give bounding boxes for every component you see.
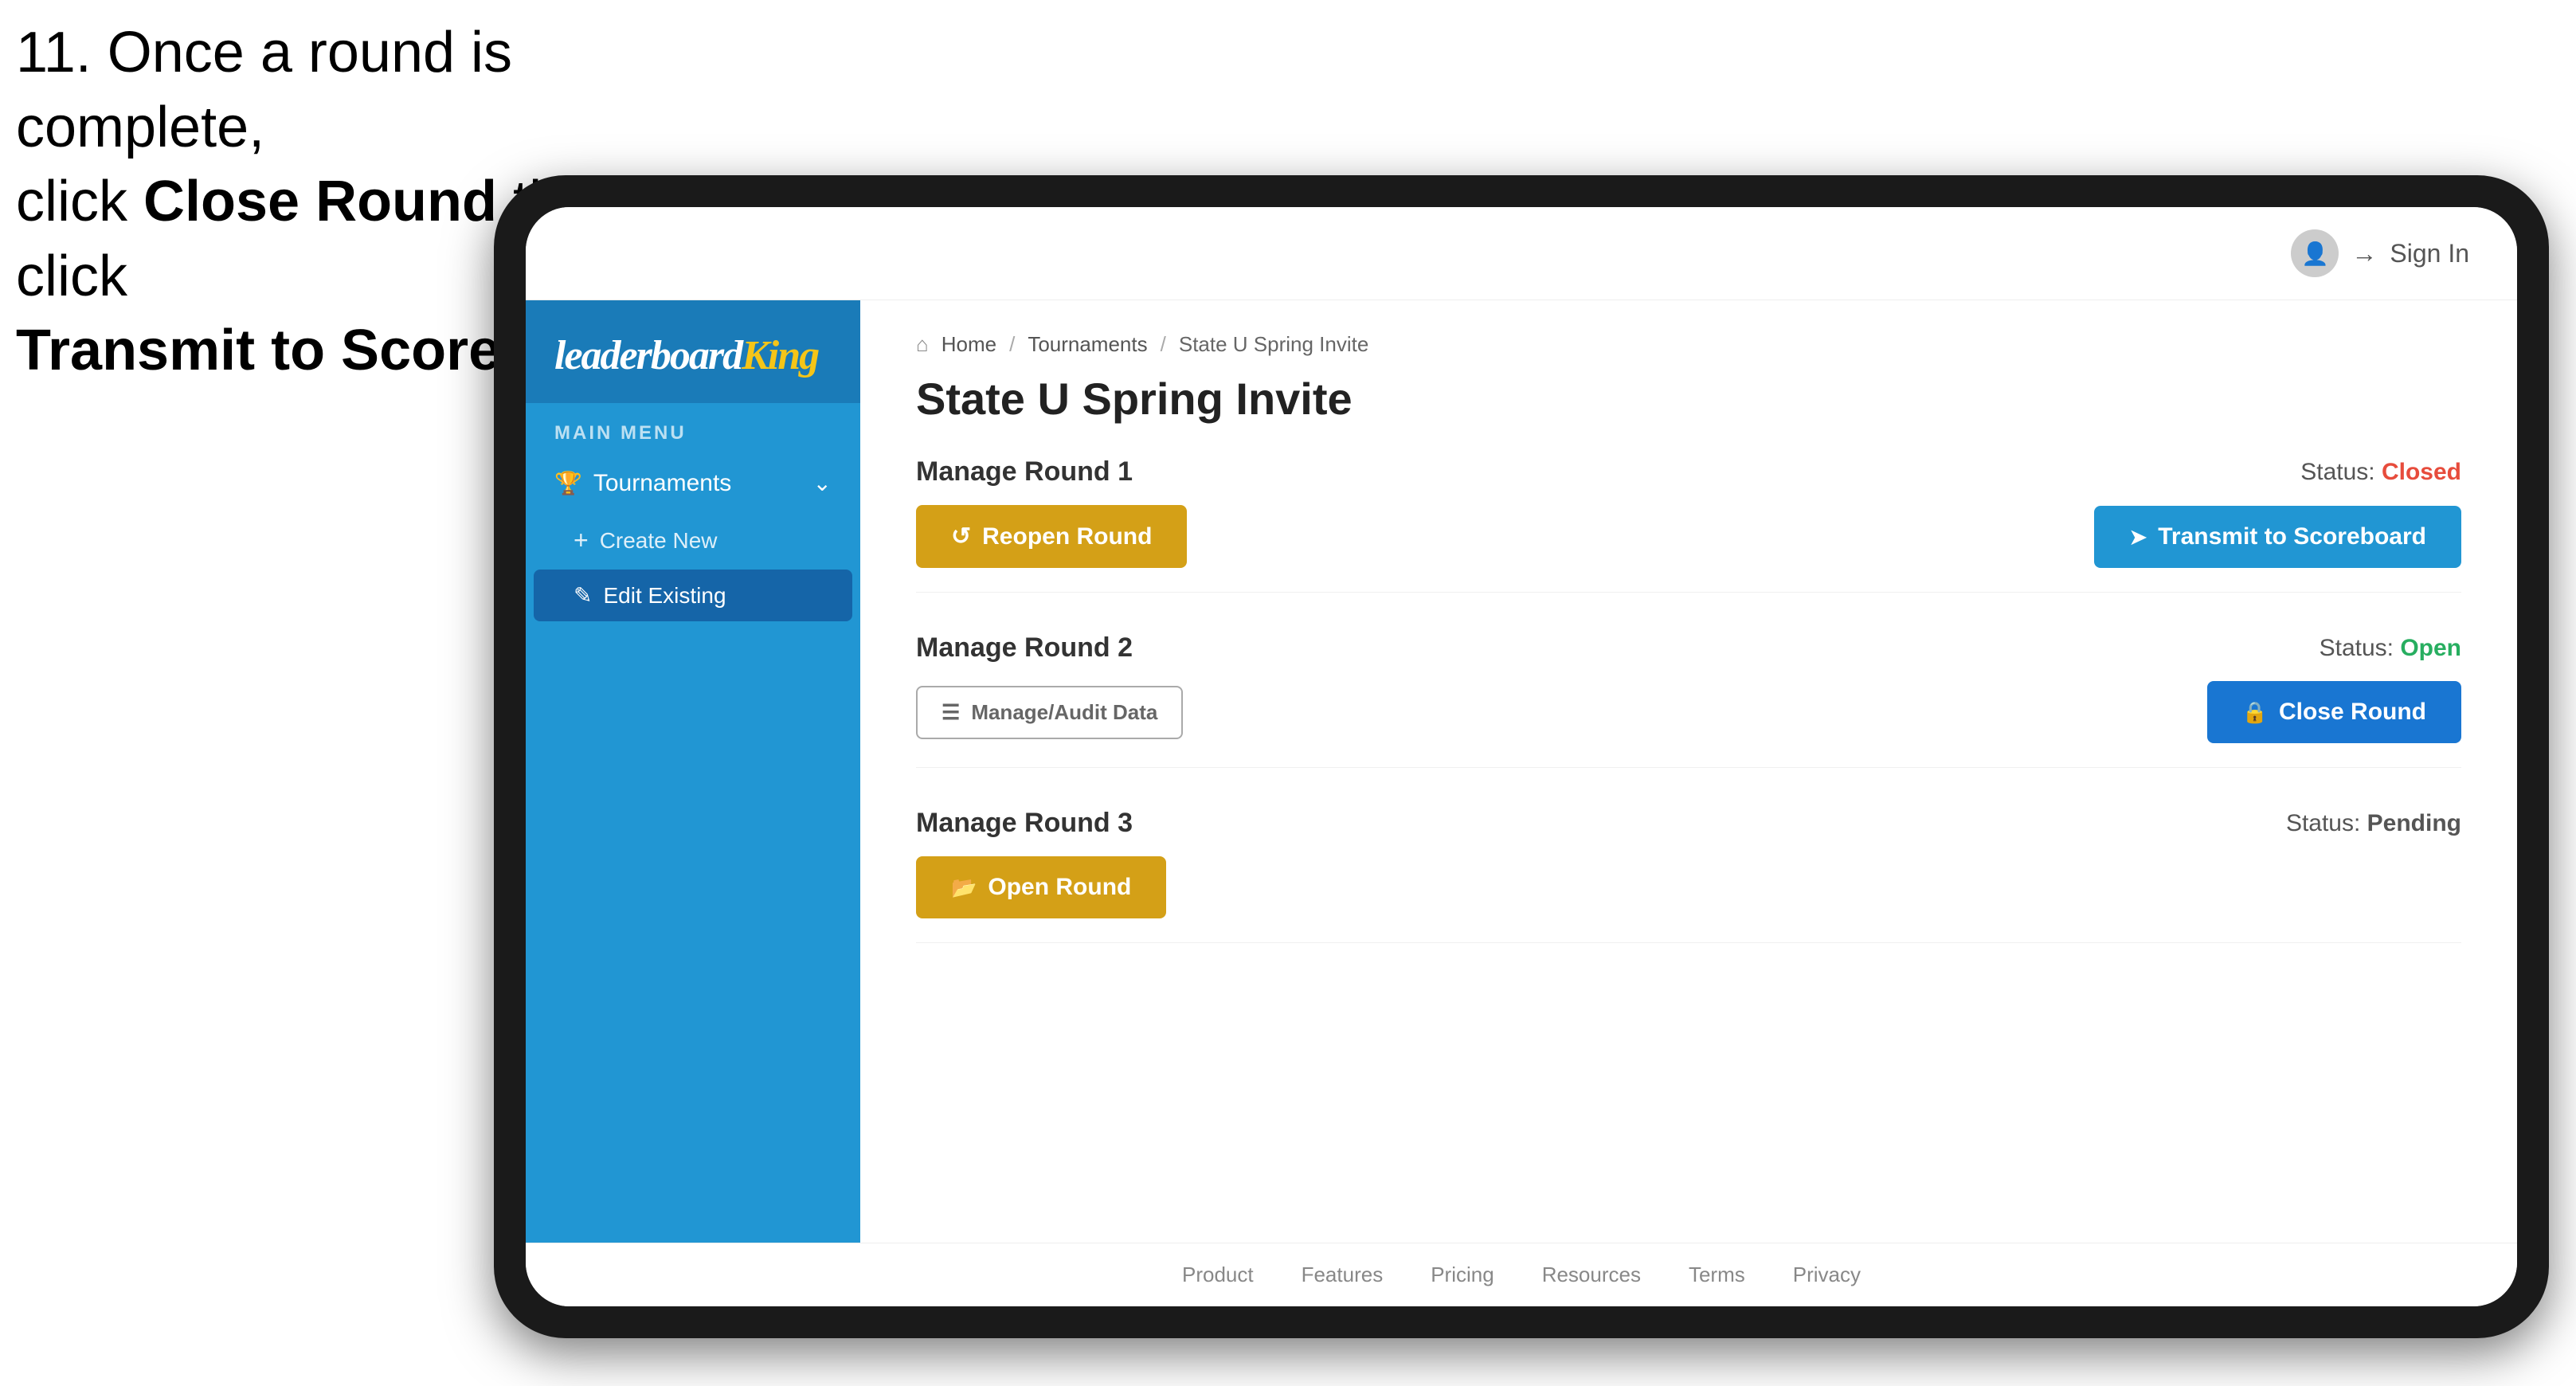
plus-icon xyxy=(574,526,589,555)
sign-in-label[interactable]: Sign In xyxy=(2390,239,2469,268)
round-1-status-value: Closed xyxy=(2382,459,2461,485)
sidebar-nav: Tournaments Create New Edit Existing xyxy=(526,454,860,623)
round-2-status-value: Open xyxy=(2400,635,2461,661)
chevron-down-icon xyxy=(813,470,832,497)
round-1-title: Manage Round 1 xyxy=(916,456,1133,487)
round-3-status: Status: Pending xyxy=(2286,810,2461,837)
breadcrumb-tournaments[interactable]: Tournaments xyxy=(1028,332,1147,357)
logo-king: King xyxy=(742,333,818,378)
create-new-label: Create New xyxy=(600,528,718,554)
main-menu-label: MAIN MENU xyxy=(526,403,860,454)
open-round-button[interactable]: Open Round xyxy=(916,856,1166,918)
tablet-screen: 👤 → Sign In leaderboardKing MAIN MENU xyxy=(526,207,2517,1306)
close-round-button[interactable]: Close Round xyxy=(2207,681,2461,743)
round-1-status: Status: Closed xyxy=(2300,459,2461,486)
round-3-section: Manage Round 3 Status: Pending Open Roun… xyxy=(916,808,2461,943)
sidebar: leaderboardKing MAIN MENU Tournaments xyxy=(526,300,860,1243)
footer-product[interactable]: Product xyxy=(1182,1263,1254,1287)
footer-features[interactable]: Features xyxy=(1302,1263,1384,1287)
logo-leaderboard: leaderboard xyxy=(554,333,742,378)
instruction-line1: 11. Once a round is complete, xyxy=(16,21,512,159)
footer-terms[interactable]: Terms xyxy=(1689,1263,1745,1287)
manage-audit-data-button[interactable]: Manage/Audit Data xyxy=(916,686,1183,739)
round-2-title: Manage Round 2 xyxy=(916,632,1133,664)
tournaments-label: Tournaments xyxy=(593,470,731,497)
close-icon xyxy=(2242,699,2268,726)
footer-privacy[interactable]: Privacy xyxy=(1793,1263,1861,1287)
round-1-actions: Reopen Round Transmit to Scoreboard xyxy=(916,505,2461,568)
breadcrumb-sep1: / xyxy=(1009,332,1015,357)
sign-in-area[interactable]: 👤 → Sign In xyxy=(2291,229,2469,277)
sidebar-item-create-new[interactable]: Create New xyxy=(526,513,860,568)
page-title: State U Spring Invite xyxy=(916,373,2461,425)
signin-arrow-icon: → xyxy=(2351,239,2377,268)
transmit-to-scoreboard-button[interactable]: Transmit to Scoreboard xyxy=(2094,506,2461,568)
sidebar-item-tournaments[interactable]: Tournaments xyxy=(526,454,860,513)
edit-existing-label: Edit Existing xyxy=(603,583,726,609)
logo-area: leaderboardKing xyxy=(526,300,860,403)
avatar-icon: 👤 xyxy=(2291,229,2339,277)
home-icon xyxy=(916,332,929,357)
round-3-title: Manage Round 3 xyxy=(916,808,1133,839)
footer: Product Features Pricing Resources Terms… xyxy=(526,1243,2517,1306)
sidebar-item-edit-existing[interactable]: Edit Existing xyxy=(534,570,852,621)
round-2-actions: Manage/Audit Data Close Round xyxy=(916,681,2461,743)
person-icon: 👤 xyxy=(2301,241,2329,267)
footer-pricing[interactable]: Pricing xyxy=(1431,1263,1494,1287)
audit-icon xyxy=(942,700,960,725)
round-3-actions: Open Round xyxy=(916,856,2461,918)
trophy-icon xyxy=(554,470,582,497)
round-2-header: Manage Round 2 Status: Open xyxy=(916,632,2461,664)
top-bar: 👤 → Sign In xyxy=(526,207,2517,300)
logo: leaderboardKing xyxy=(554,332,832,379)
breadcrumb-current: State U Spring Invite xyxy=(1179,332,1368,357)
main-content: Home / Tournaments / State U Spring Invi… xyxy=(860,300,2517,1243)
breadcrumb-home[interactable]: Home xyxy=(942,332,996,357)
transmit-icon xyxy=(2129,523,2147,550)
round-1-header: Manage Round 1 Status: Closed xyxy=(916,456,2461,487)
round-2-section: Manage Round 2 Status: Open Manage/Audit… xyxy=(916,632,2461,768)
main-layout: leaderboardKing MAIN MENU Tournaments xyxy=(526,300,2517,1243)
breadcrumb: Home / Tournaments / State U Spring Invi… xyxy=(916,332,2461,357)
breadcrumb-sep2: / xyxy=(1161,332,1166,357)
reopen-icon xyxy=(951,523,971,550)
tablet-device: 👤 → Sign In leaderboardKing MAIN MENU xyxy=(494,175,2549,1338)
open-icon xyxy=(951,874,977,901)
footer-resources[interactable]: Resources xyxy=(1542,1263,1641,1287)
round-1-section: Manage Round 1 Status: Closed Reopen Rou… xyxy=(916,456,2461,593)
edit-icon xyxy=(574,582,592,609)
reopen-round-button[interactable]: Reopen Round xyxy=(916,505,1187,568)
round-3-status-value: Pending xyxy=(2367,810,2461,836)
round-2-status: Status: Open xyxy=(2320,635,2461,662)
round-3-header: Manage Round 3 Status: Pending xyxy=(916,808,2461,839)
